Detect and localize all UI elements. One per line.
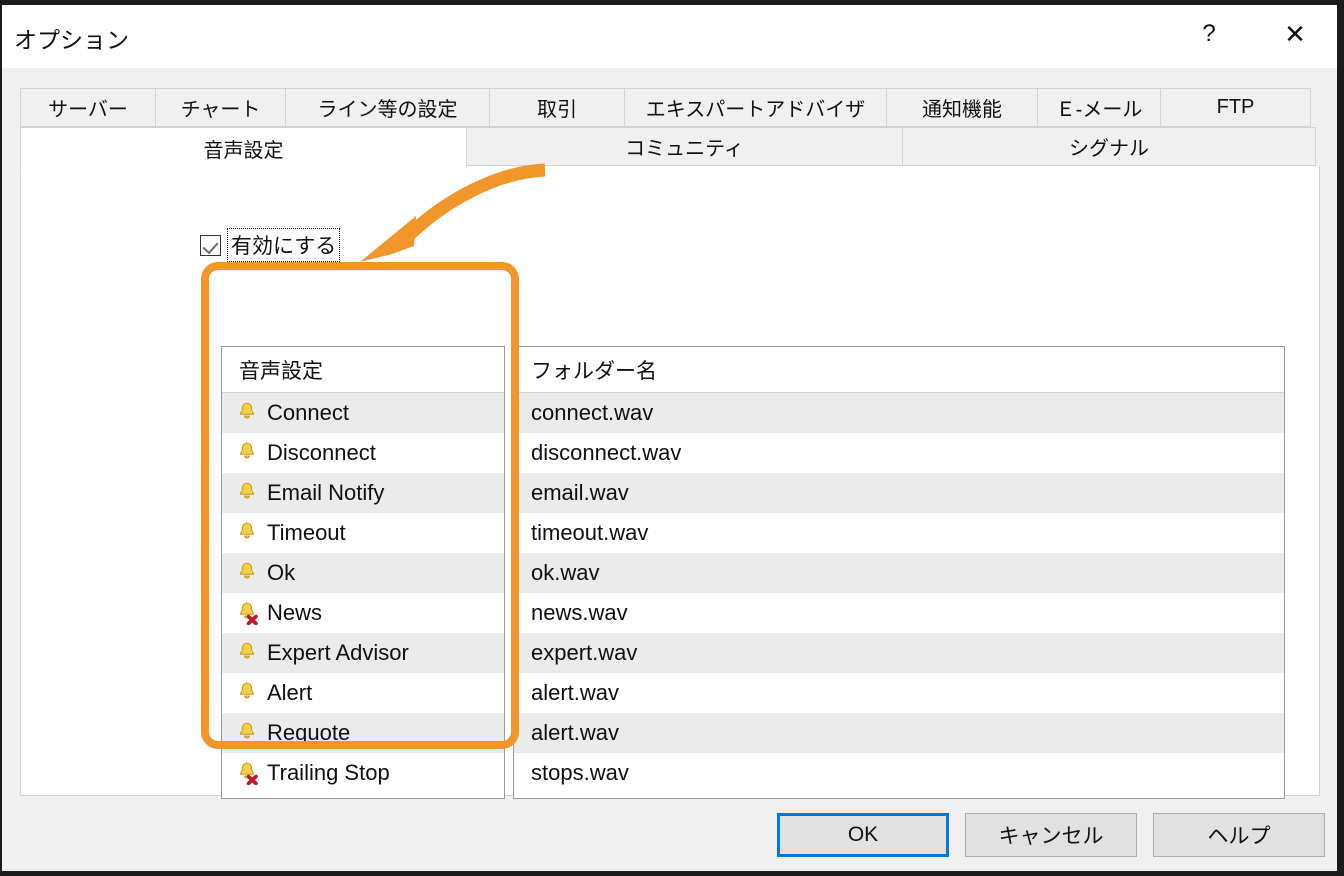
sound-file-rows: connect.wav disconnect.wav email.wav timeou… [514,393,1284,793]
table-row[interactable]: ok.wav [514,553,1284,593]
screenshot-root: オプション ? ✕ サーバー チャート ライン等の設定 取引 エキスパートアドバイザ 通知… [0,0,1344,876]
table-row[interactable]: Connect [222,393,504,433]
tab-7[interactable]: Ｅ‐メール [1037,88,1161,127]
table-row[interactable]: news.wav [514,593,1284,633]
sound-file-name: ok.wav [531,560,599,586]
dialog-titlebar: オプション ? ✕ [2,5,1337,68]
sound-event-name: Timeout [267,520,346,546]
tab-6[interactable]: 通知機能 [886,88,1038,127]
table-row[interactable]: Disconnect [222,433,504,473]
sound-file-name: alert.wav [531,720,619,746]
cancel-button[interactable]: キャンセル [965,813,1137,857]
tab-11[interactable]: シグナル [902,127,1316,166]
table-row[interactable]: Expert Advisor [222,633,504,673]
table-row[interactable]: Timeout [222,513,504,553]
tab-label: 音声設定 [204,134,284,163]
close-icon[interactable]: ✕ [1272,13,1318,55]
tab-label: シグナル [1069,132,1149,161]
bell-icon[interactable] [236,521,258,545]
sound-event-name: Requote [267,720,350,746]
dialog-title: オプション [14,21,129,55]
bell-muted-icon[interactable] [236,601,258,625]
window-bottom-edge [0,871,1344,876]
sound-file-name: email.wav [531,480,629,506]
tab-label: エキスパートアドバイザ [646,93,865,122]
tab-label: Ｅ‐メール [1056,93,1143,122]
sound-event-name: Email Notify [267,480,384,506]
tab-1[interactable]: サーバー [20,88,156,127]
sound-event-name: Connect [267,400,349,426]
ok-button[interactable]: OK [777,813,949,857]
sound-event-name: Ok [267,560,295,586]
sound-file-list[interactable]: フォルダー名 connect.wav disconnect.wav email.wa… [513,346,1285,799]
sound-event-name: News [267,600,322,626]
sound-event-column-header: 音声設定 [222,347,504,393]
sound-file-name: news.wav [531,600,628,626]
tab-label: コミュニティ [625,132,744,161]
tab-3[interactable]: ライン等の設定 [285,88,490,127]
window-right-edge [1337,0,1344,876]
tab-label: サーバー [48,93,128,122]
table-row[interactable]: Alert [222,673,504,713]
table-row[interactable]: connect.wav [514,393,1284,433]
bell-icon[interactable] [236,721,258,745]
bell-icon[interactable] [236,681,258,705]
sound-event-name: Expert Advisor [267,640,409,666]
tab-9[interactable]: 音声設定 [20,127,467,169]
bell-icon[interactable] [236,481,258,505]
enable-sound-label: 有効にする [227,228,340,262]
tab-4[interactable]: 取引 [489,88,625,127]
tab-label: チャート [181,93,261,122]
sound-event-list[interactable]: 音声設定 Connect Disconnect Email Notify Timeou… [221,346,505,799]
bell-icon[interactable] [236,401,258,425]
table-row[interactable]: alert.wav [514,713,1284,753]
checkbox-box[interactable] [200,235,221,256]
sound-file-name: alert.wav [531,680,619,706]
help-button[interactable]: ヘルプ [1153,813,1325,857]
table-row[interactable]: Trailing Stop [222,753,504,793]
table-row[interactable]: expert.wav [514,633,1284,673]
help-icon[interactable]: ? [1186,13,1232,55]
sound-event-name: Disconnect [267,440,376,466]
tab-label: ライン等の設定 [318,93,458,122]
tab-label: FTP [1217,96,1255,119]
enable-sound-checkbox[interactable]: 有効にする [200,228,340,262]
bell-icon[interactable] [236,641,258,665]
table-row[interactable]: News [222,593,504,633]
bell-icon[interactable] [236,441,258,465]
tab-8[interactable]: FTP [1160,88,1311,127]
folder-name-column-header: フォルダー名 [514,347,1284,393]
bell-muted-icon[interactable] [236,761,258,785]
sound-event-name: Alert [267,680,312,706]
bell-icon[interactable] [236,561,258,585]
options-dialog: オプション ? ✕ サーバー チャート ライン等の設定 取引 エキスパートアドバイザ 通知… [2,5,1337,871]
sound-file-name: disconnect.wav [531,440,681,466]
table-row[interactable]: stops.wav [514,753,1284,793]
tab-5[interactable]: エキスパートアドバイザ [624,88,887,127]
table-row[interactable]: disconnect.wav [514,433,1284,473]
tab-label: 通知機能 [922,93,1002,122]
tab-strip: サーバー チャート ライン等の設定 取引 エキスパートアドバイザ 通知機能 Ｅ‐メール FTP… [20,88,1320,168]
sound-file-name: stops.wav [531,760,629,786]
table-row[interactable]: alert.wav [514,673,1284,713]
dialog-body: サーバー チャート ライン等の設定 取引 エキスパートアドバイザ 通知機能 Ｅ‐メール FTP… [2,68,1337,871]
table-row[interactable]: email.wav [514,473,1284,513]
sound-event-rows: Connect Disconnect Email Notify Timeout Ok Ne… [222,393,504,793]
sound-file-name: connect.wav [531,400,653,426]
table-row[interactable]: Email Notify [222,473,504,513]
sound-file-name: timeout.wav [531,520,648,546]
tab-10[interactable]: コミュニティ [466,127,903,166]
table-row[interactable]: timeout.wav [514,513,1284,553]
table-row[interactable]: Ok [222,553,504,593]
sound-event-name: Trailing Stop [267,760,390,786]
tab-2[interactable]: チャート [155,88,286,127]
table-row[interactable]: Requote [222,713,504,753]
sound-file-name: expert.wav [531,640,637,666]
tab-label: 取引 [537,93,577,122]
